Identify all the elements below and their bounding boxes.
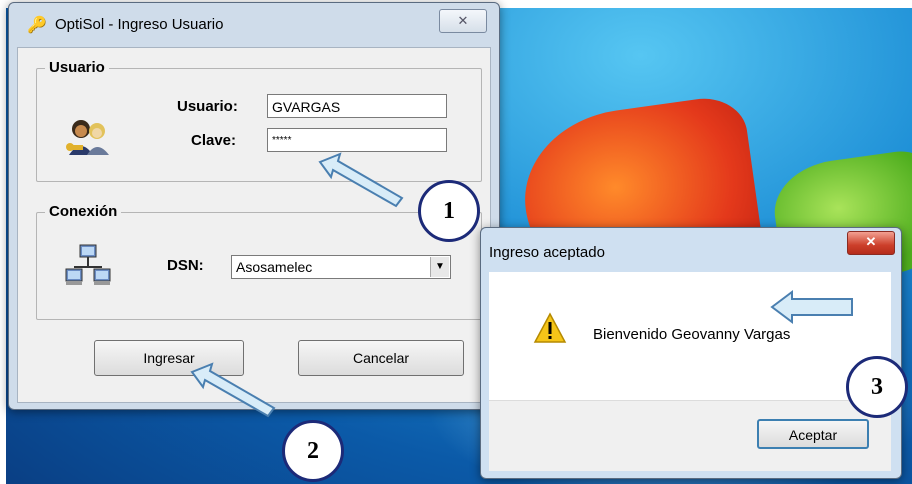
login-window-title: OptiSol - Ingreso Usuario xyxy=(55,16,224,33)
annotation-arrow-2 xyxy=(190,362,276,418)
dsn-select-value: Asosamelec xyxy=(236,259,313,275)
message-box-button-area: Aceptar xyxy=(489,400,891,471)
usuario-label: Usuario: xyxy=(177,98,238,115)
message-box-window: Ingreso aceptado ✕ Bienvenido Geovanny V… xyxy=(480,227,902,479)
conexion-group: Conexión DSN: Asosamelec ▼ xyxy=(36,203,482,320)
usuario-input[interactable]: GVARGAS xyxy=(267,94,447,118)
usuario-legend: Usuario xyxy=(45,59,109,76)
usuario-group: Usuario Usuario: GVARGAS Clave: ***** xyxy=(36,59,482,182)
login-client-area: Usuario Usuario: GVARGAS Clave: ***** Co… xyxy=(17,47,491,403)
close-button[interactable]: ✕ xyxy=(439,9,487,33)
close-button[interactable]: ✕ xyxy=(847,231,895,255)
network-computers-icon xyxy=(65,244,111,285)
callout-1: 1 xyxy=(418,180,480,242)
app-key-icon: 🔑 xyxy=(27,17,47,34)
cancelar-button[interactable]: Cancelar xyxy=(298,340,464,376)
message-text: Bienvenido Geovanny Vargas xyxy=(593,326,791,343)
conexion-legend: Conexión xyxy=(45,203,122,220)
annotation-arrow-1 xyxy=(318,152,404,208)
dsn-select[interactable]: Asosamelec ▼ xyxy=(231,255,451,279)
warning-icon xyxy=(533,312,567,343)
callout-2: 2 xyxy=(282,420,344,482)
aceptar-button[interactable]: Aceptar xyxy=(757,419,869,449)
dropdown-arrow-icon[interactable]: ▼ xyxy=(430,257,449,277)
dsn-label: DSN: xyxy=(167,257,204,274)
users-icon xyxy=(66,120,109,155)
clave-label: Clave: xyxy=(191,132,237,149)
annotation-arrow-3 xyxy=(770,290,853,324)
login-titlebar[interactable]: 🔑 OptiSol - Ingreso Usuario ✕ xyxy=(9,3,499,43)
clave-input[interactable]: ***** xyxy=(267,128,447,152)
message-box-title: Ingreso aceptado xyxy=(489,244,605,261)
callout-3: 3 xyxy=(846,356,908,418)
